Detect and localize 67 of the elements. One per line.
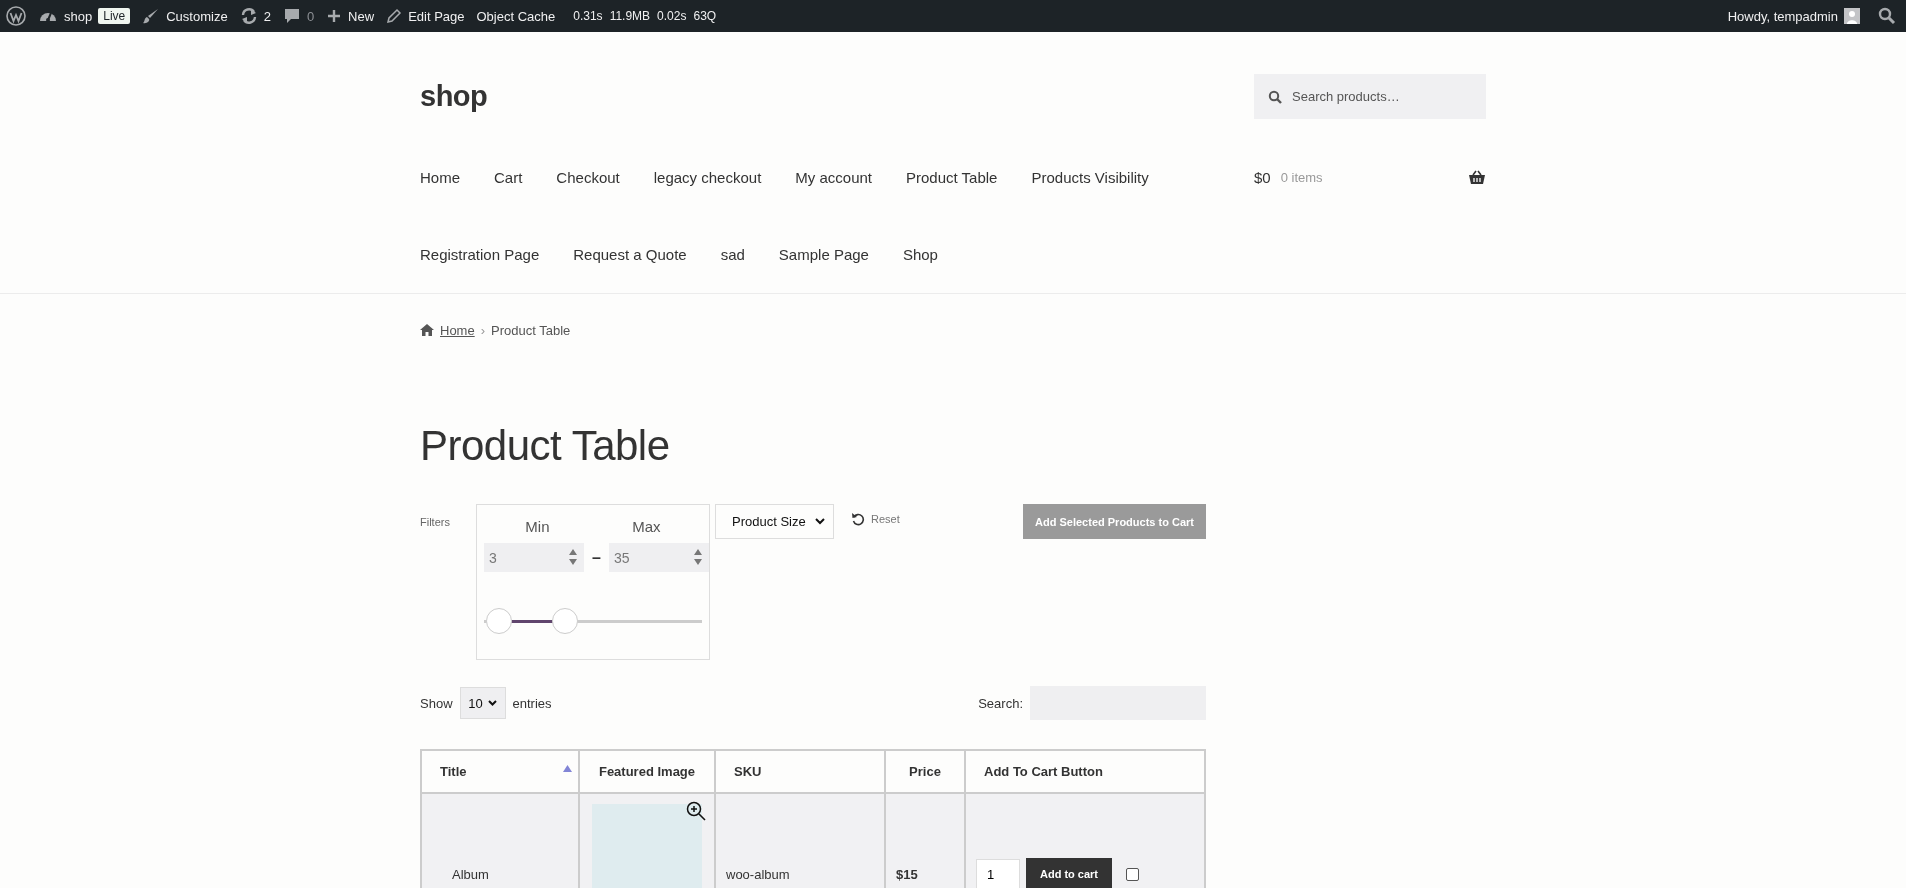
entries-label: entries	[512, 695, 552, 711]
zoom-in-icon[interactable]	[686, 801, 706, 821]
edit-link[interactable]: Edit Page	[386, 8, 465, 24]
breadcrumb-separator: ›	[480, 322, 486, 338]
spinner-arrows-icon	[692, 548, 703, 566]
refresh-icon	[239, 7, 258, 25]
nav-link[interactable]: Registration Page	[420, 246, 540, 263]
live-badge: Live	[98, 8, 131, 24]
range-dash: –	[592, 548, 601, 567]
nav-link[interactable]: Sample Page	[778, 246, 869, 263]
chevron-down-icon	[815, 518, 825, 525]
account-link[interactable]: Howdy, tempadmin	[1727, 8, 1860, 24]
pencil-icon	[386, 8, 403, 24]
slider-thumb[interactable]	[551, 608, 578, 634]
nav-link[interactable]: Home	[420, 169, 460, 186]
home-icon	[420, 324, 434, 336]
nav-link[interactable]: Shop	[902, 246, 938, 263]
nav-link[interactable]: Checkout	[556, 169, 620, 186]
nav-link[interactable]: Product Table	[906, 169, 998, 186]
nav-link[interactable]: My account	[795, 169, 872, 186]
wordpress-logo-icon[interactable]	[6, 6, 26, 26]
breadcrumb-home-link[interactable]: Home	[440, 322, 475, 338]
show-label: Show	[420, 695, 453, 711]
spinner-arrows-icon	[568, 548, 578, 566]
reset-icon	[851, 512, 865, 526]
table-cell: woo-album	[715, 793, 885, 888]
min-input[interactable]: 3	[484, 543, 584, 572]
basket-icon	[1468, 170, 1486, 185]
column-header[interactable]: Add To Cart Button	[965, 750, 1205, 793]
avatar-icon	[1844, 8, 1860, 24]
updates-link[interactable]: 2	[239, 7, 271, 25]
plus-icon	[326, 8, 343, 24]
customize-link[interactable]: Customize	[142, 7, 228, 25]
column-header[interactable]: Title	[421, 750, 579, 793]
new-link[interactable]: New	[326, 8, 375, 24]
site-link[interactable]: shop	[38, 7, 93, 25]
nav-link[interactable]: Products Visibility	[1031, 169, 1149, 186]
page-title: Product Table	[420, 422, 671, 470]
nav-link[interactable]: Request a Quote	[573, 246, 687, 263]
search-field[interactable]: Search products…	[1254, 74, 1486, 119]
reset-link[interactable]: Reset	[851, 504, 900, 526]
comments-link[interactable]: 0	[282, 7, 315, 25]
size-dropdown[interactable]: Product Size	[715, 504, 834, 539]
nav-link[interactable]: legacy checkout	[653, 169, 762, 186]
object-cache-link[interactable]: Object Cache	[476, 8, 556, 24]
min-label: Min	[525, 517, 550, 535]
table-cell: $15	[885, 793, 965, 888]
cart-total-link[interactable]: $0 0 items	[1254, 139, 1486, 216]
table-cell: Album	[421, 793, 579, 888]
performance-stats-link[interactable]: 0.31s 11.9MB 0.02s 63Q	[573, 9, 717, 23]
slider-thumb[interactable]	[486, 608, 513, 634]
add-to-cart-button[interactable]: Add to cart	[1026, 858, 1112, 888]
site-title[interactable]: shop	[420, 80, 488, 113]
entries-dropdown[interactable]: 10	[459, 687, 506, 719]
max-label: Max	[632, 517, 661, 535]
select-checkbox[interactable]	[1126, 867, 1139, 881]
nav-link[interactable]: sad	[720, 246, 745, 263]
comment-bubble-icon	[282, 7, 301, 25]
max-input[interactable]: 35	[608, 543, 709, 572]
search-label: Search:	[978, 695, 1023, 711]
nav-link[interactable]: Cart	[494, 169, 523, 186]
search-icon[interactable]	[1878, 7, 1896, 25]
quantity-field[interactable]: 1	[976, 858, 1020, 888]
breadcrumb-current: Product Table	[491, 322, 571, 338]
brush-icon	[142, 7, 161, 25]
chevron-down-icon	[487, 700, 497, 706]
filters-label: Filters	[420, 515, 451, 528]
